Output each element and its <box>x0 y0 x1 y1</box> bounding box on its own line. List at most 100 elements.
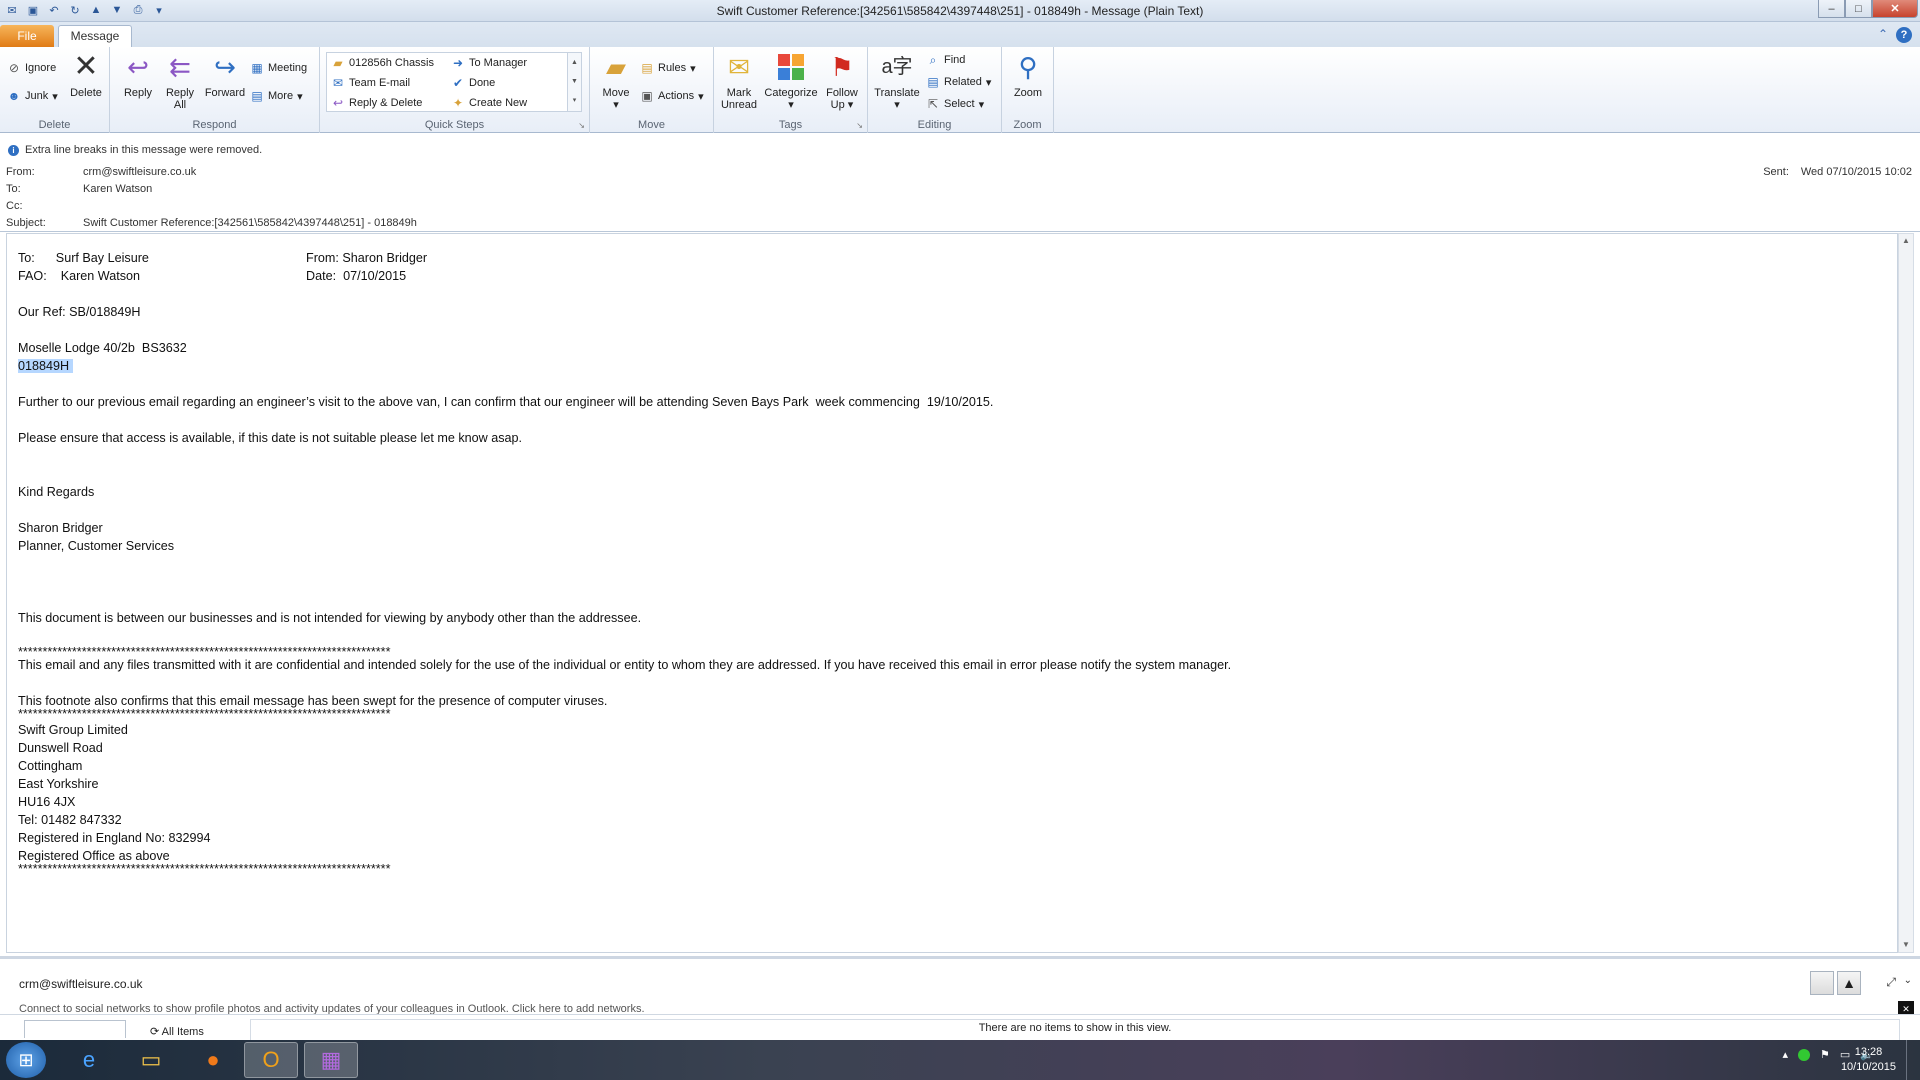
related-button[interactable]: ▤ Related ▾ <box>926 75 991 89</box>
reply-button[interactable]: ↩ Reply <box>118 51 158 99</box>
all-items-bar: ⟳ All Items There are no items to show i… <box>0 1014 1920 1041</box>
quick-steps-gallery: ▰ 012856h Chassis ✉ Team E-mail ↩ Reply & D… <box>326 52 582 112</box>
quick-steps-launcher-icon[interactable]: ↘ <box>578 121 585 130</box>
scroll-up-icon[interactable]: ▲ <box>1899 234 1913 248</box>
quick-step-5[interactable]: ✔ Done <box>451 76 495 90</box>
mark-unread-label-2: Unread <box>720 99 758 111</box>
internet-explorer-icon[interactable]: e <box>62 1042 116 1078</box>
find-button[interactable]: ⌕ Find <box>926 53 966 67</box>
translate-icon: a字 <box>881 56 913 78</box>
person-avatar-icon[interactable] <box>1810 971 1834 995</box>
minimize-button[interactable]: – <box>1818 0 1845 18</box>
firefox-icon[interactable]: ● <box>186 1042 240 1078</box>
actions-button[interactable]: ▣ Actions ▾ <box>640 89 703 103</box>
delete-x-icon: ✕ <box>73 50 99 83</box>
ignore-button[interactable]: ⊘ Ignore <box>7 61 56 75</box>
flag-icon: ⚑ <box>830 52 854 82</box>
windows-logo-icon: ⊞ <box>18 1049 34 1070</box>
move-group-label: Move <box>638 119 665 131</box>
close-button[interactable]: ✕ <box>1872 0 1918 18</box>
people-pane-chevron-icon[interactable]: ⌄ <box>1904 975 1912 986</box>
respond-group: ↩ Reply ⇇ Reply All ↪ Forward ▦ Meeting ▤ More… <box>110 47 320 133</box>
info-bar[interactable]: i Extra line breaks in this message were … <box>8 144 262 156</box>
maximize-button[interactable]: □ <box>1845 0 1872 18</box>
body-lodge: Moselle Lodge 40/2b BS3632 <box>18 341 187 355</box>
respond-group-label: Respond <box>192 119 237 131</box>
file-explorer-icon[interactable]: ▭ <box>124 1042 178 1078</box>
reply-all-label-2: All <box>173 99 187 111</box>
quick-step-2[interactable]: ✉ Team E-mail <box>331 76 410 90</box>
delete-group: ⊘ Ignore ☻ Junk ▾ ✕ Delete Delete <box>0 47 110 133</box>
zoom-label: Zoom <box>1013 87 1043 99</box>
create-new-icon: ✦ <box>452 96 464 110</box>
quick-step-3[interactable]: ↩ Reply & Delete <box>331 96 422 110</box>
minimize-ribbon-icon[interactable]: ⌃ <box>1878 27 1888 43</box>
rules-button[interactable]: ▤ Rules ▾ <box>640 61 695 75</box>
calculator-app-icon[interactable]: ▦ <box>304 1042 358 1078</box>
tab-file[interactable]: File <box>0 25 54 47</box>
move-button[interactable]: ▰ Move ▾ <box>596 51 636 111</box>
junk-icon: ☻ <box>7 89 21 103</box>
tab-message[interactable]: Message <box>58 25 132 47</box>
refresh-icon: ⟳ <box>150 1026 160 1038</box>
body-our-ref: Our Ref: SB/018849H <box>18 305 141 319</box>
categorize-button[interactable]: Categorize ▾ <box>762 51 820 111</box>
quick-step-1[interactable]: ▰ 012856h Chassis <box>331 56 434 70</box>
scroll-down-icon[interactable]: ▼ <box>1899 938 1913 952</box>
no-items-message: There are no items to show in this view. <box>250 1019 1900 1041</box>
translate-button[interactable]: a字 Translate ▾ <box>872 51 922 111</box>
ignore-label: Ignore <box>25 62 57 74</box>
subject-label: Subject: <box>6 217 46 229</box>
action-center-flag-icon[interactable]: ⚑ <box>1820 1048 1830 1061</box>
mark-unread-button[interactable]: ✉ Mark Unread <box>716 51 762 111</box>
select-button[interactable]: ⇱ Select ▾ <box>926 97 984 111</box>
more-button[interactable]: ▤ More ▾ <box>250 89 302 103</box>
reply-all-label-1: Reply <box>165 87 195 99</box>
reply-delete-icon: ↩ <box>332 96 344 110</box>
follow-up-label-2: Up <box>830 99 845 111</box>
calendar-icon: ▦ <box>251 61 263 75</box>
quick-steps-scroll[interactable]: ▲ ▼ ▾ <box>567 53 581 111</box>
body-scrollbar[interactable]: ▲ ▼ <box>1898 233 1914 953</box>
start-button[interactable]: ⊞ <box>6 1042 46 1078</box>
body-address-1: Swift Group Limited <box>18 723 128 737</box>
delete-button[interactable]: ✕ Delete <box>66 50 106 100</box>
meeting-button[interactable]: ▦ Meeting <box>250 61 307 75</box>
from-value[interactable]: crm@swiftleisure.co.uk <box>83 166 196 178</box>
clock[interactable]: 13:28 10/10/2015 <box>1841 1045 1896 1075</box>
window-title: Swift Customer Reference:[342561\585842\… <box>716 4 1204 18</box>
follow-up-button[interactable]: ⚑ Follow Up ▾ <box>820 51 864 111</box>
body-selected-ref[interactable]: 018849H <box>18 359 73 373</box>
to-label: To: <box>6 183 21 195</box>
quick-step-6-label: Create New <box>469 97 528 109</box>
message-body[interactable]: To: Surf Bay Leisure From: Sharon Bridger… <box>6 233 1898 953</box>
help-icon[interactable]: ? <box>1896 27 1912 43</box>
quick-step-4[interactable]: ➜ To Manager <box>451 56 527 70</box>
show-hidden-icons-icon[interactable]: ▴ <box>1782 1048 1788 1061</box>
forward-button[interactable]: ↪ Forward <box>202 51 248 99</box>
junk-button[interactable]: ☻ Junk ▾ <box>7 89 58 103</box>
categorize-icon <box>775 51 807 83</box>
people-pane-email[interactable]: crm@swiftleisure.co.uk <box>19 977 143 991</box>
title-bar: ✉ ▣ ↶ ↻ ▲ ▼ ⎙ ▾ Swift Customer Reference… <box>0 0 1920 22</box>
ignore-icon: ⊘ <box>8 61 20 75</box>
contact-card-icon[interactable]: ▲ <box>1837 971 1861 995</box>
clock-time: 13:28 <box>1854 1046 1883 1058</box>
to-value[interactable]: Karen Watson <box>83 183 152 195</box>
reply-all-button[interactable]: ⇇ Reply All <box>160 51 200 111</box>
all-items-tab[interactable]: ⟳ All Items <box>150 1025 204 1038</box>
expand-people-pane-icon[interactable]: ⤢ <box>1886 975 1896 990</box>
status-green-icon[interactable] <box>1798 1048 1811 1061</box>
zoom-button[interactable]: ⚲ Zoom <box>1008 51 1048 99</box>
folder-move-icon: ▰ <box>333 56 343 70</box>
to-manager-icon: ➜ <box>452 56 464 70</box>
quick-step-6[interactable]: ✦ Create New <box>451 96 527 110</box>
reply-all-icon: ⇇ <box>169 52 191 82</box>
outlook-taskbar-icon[interactable]: O <box>244 1042 298 1078</box>
show-desktop-button[interactable] <box>1906 1040 1920 1080</box>
sent-value: Wed 07/10/2015 10:02 <box>1800 166 1912 178</box>
editing-group: a字 Translate ▾ ⌕ Find ▤ Related ▾ ⇱ Select ▾ … <box>868 47 1002 133</box>
tags-launcher-icon[interactable]: ↘ <box>856 121 863 130</box>
all-items-tab-box[interactable] <box>24 1020 126 1038</box>
body-confidential: This email and any files transmitted wit… <box>18 658 1232 672</box>
